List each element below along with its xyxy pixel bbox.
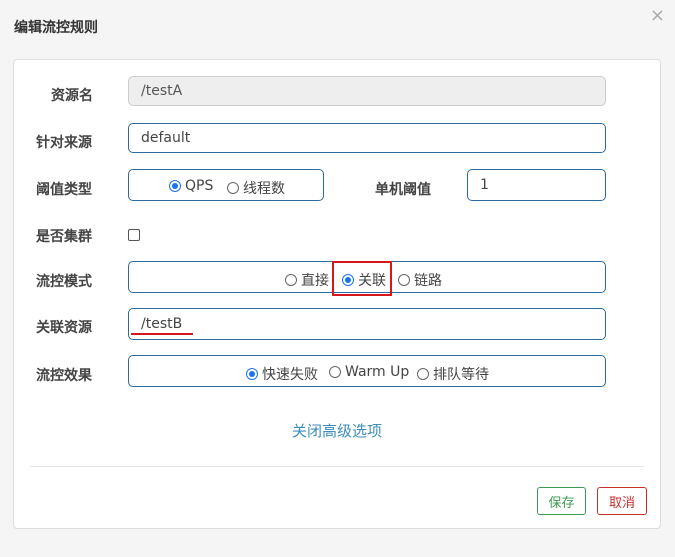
threshold-type-label: 阈值类型	[36, 182, 92, 198]
radio-direct[interactable]: 直接	[285, 270, 329, 290]
radio-thread-count[interactable]: 线程数	[227, 178, 285, 198]
close-icon[interactable]: ×	[650, 6, 665, 26]
radio-thread-count-label: 线程数	[243, 181, 285, 197]
radio-queue[interactable]: 排队等待	[417, 364, 489, 384]
threshold-type-group: QPS 线程数	[128, 169, 324, 201]
radio-chain-label: 链路	[414, 273, 442, 289]
radio-chain[interactable]: 链路	[398, 270, 442, 290]
ref-resource-input[interactable]: /testB	[128, 308, 606, 340]
limit-app-label: 针对来源	[36, 135, 92, 151]
radio-direct-label: 直接	[301, 273, 329, 289]
radio-warm-up-dot[interactable]	[329, 366, 341, 378]
dialog-title: 编辑流控规则	[14, 20, 98, 36]
save-button[interactable]: 保存	[537, 487, 586, 515]
radio-queue-label: 排队等待	[433, 367, 489, 383]
control-mode-label: 流控模式	[36, 274, 92, 290]
cluster-mode-label: 是否集群	[36, 229, 92, 245]
radio-queue-dot[interactable]	[417, 368, 429, 380]
single-threshold-input[interactable]: 1	[467, 169, 606, 201]
ref-resource-label: 关联资源	[36, 320, 92, 336]
radio-fast-fail-dot[interactable]	[246, 368, 258, 380]
radio-fast-fail[interactable]: 快速失败	[246, 364, 318, 384]
rule-form-panel: 资源名 /testA 针对来源 default 阈值类型 QPS 线程数 单机阈…	[13, 59, 661, 529]
radio-qps[interactable]: QPS	[169, 178, 213, 194]
radio-warm-up[interactable]: Warm Up	[329, 364, 409, 380]
advanced-options-toggle[interactable]: 关闭高级选项	[292, 420, 382, 441]
radio-fast-fail-label: 快速失败	[262, 367, 318, 383]
radio-qps-label: QPS	[185, 178, 214, 194]
radio-direct-dot[interactable]	[285, 274, 297, 286]
control-effect-group: 快速失败 Warm Up 排队等待	[128, 355, 606, 387]
cluster-mode-checkbox[interactable]	[128, 229, 140, 241]
radio-chain-dot[interactable]	[398, 274, 410, 286]
radio-qps-dot[interactable]	[169, 180, 181, 192]
control-effect-label: 流控效果	[36, 368, 92, 384]
resource-name-input[interactable]: /testA	[128, 76, 606, 106]
footer-divider	[30, 466, 644, 467]
single-threshold-label: 单机阈值	[375, 182, 431, 198]
resource-name-label: 资源名	[51, 88, 93, 104]
cancel-button[interactable]: 取消	[597, 487, 647, 515]
radio-warm-up-label: Warm Up	[345, 364, 410, 380]
radio-thread-count-dot[interactable]	[227, 182, 239, 194]
highlight-box	[332, 261, 392, 296]
limit-app-input[interactable]: default	[128, 123, 606, 153]
highlight-underline	[131, 333, 193, 335]
